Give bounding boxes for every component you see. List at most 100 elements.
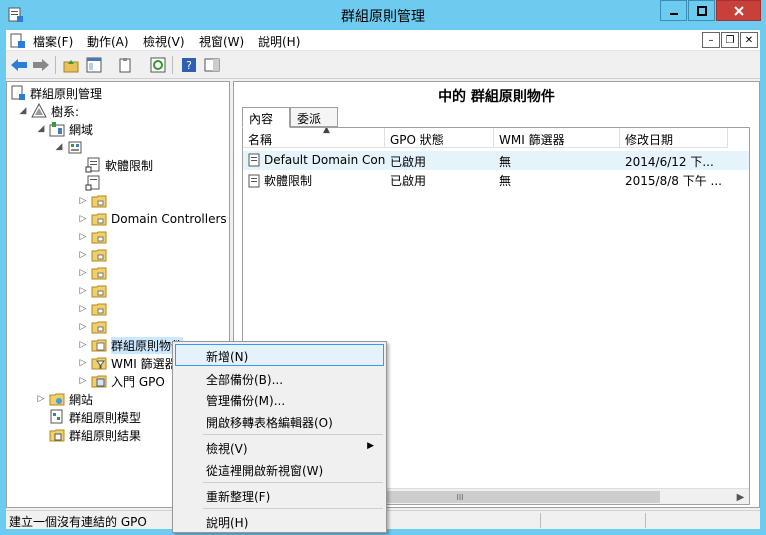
scroll-right-icon[interactable]: ▶ [732, 489, 749, 504]
properties-button[interactable] [115, 56, 135, 74]
expand-arrow-icon[interactable]: ▷ [36, 394, 46, 404]
menu-window[interactable]: 視窗(W) [199, 33, 244, 50]
tab-delegation[interactable]: 委派 [290, 107, 338, 127]
collapse-arrow-icon[interactable]: ◢ [54, 142, 64, 152]
menu-help[interactable]: 說明(H) [258, 33, 300, 50]
tree-node-gpo-link[interactable]: 軟體限制 [85, 156, 153, 174]
collapse-arrow-icon[interactable]: ◢ [36, 124, 46, 134]
refresh-button[interactable] [148, 56, 168, 74]
sort-ascending-icon: ▲ [323, 128, 330, 135]
toolbar-separator [172, 56, 173, 74]
cell-wmi: 無 [499, 155, 512, 169]
toolbar: ? [6, 52, 760, 79]
tree-node-ou[interactable]: ▷ [78, 318, 111, 336]
minimize-button[interactable] [660, 0, 687, 21]
tree-node-gp-modeling[interactable]: 群組原則模型 [49, 408, 141, 426]
maximize-button[interactable] [688, 0, 715, 21]
forward-button[interactable] [31, 56, 51, 74]
menu-view[interactable]: 檢視(V) [143, 33, 185, 50]
expand-arrow-icon[interactable]: ▷ [78, 340, 88, 350]
status-text: 建立一個沒有連結的 GPO [9, 515, 147, 529]
tree-node-gp-results[interactable]: 群組原則結果 [49, 426, 141, 444]
domain-icon [68, 141, 82, 154]
collapse-arrow-icon[interactable]: ◢ [18, 106, 28, 116]
ou-folder-icon [91, 303, 107, 316]
gpo-icon [248, 153, 260, 167]
tree-node-group-policy-objects[interactable]: ▷ 群組原則物件 [78, 336, 184, 354]
menu-bar: 檔案(F) 動作(A) 檢視(V) 視窗(W) 說明(H) – ❐ ✕ [6, 30, 760, 51]
column-header-name[interactable]: ▲ 名稱 [243, 128, 385, 148]
minimize-icon: – [708, 34, 714, 46]
context-menu-new-window[interactable]: 從這裡開啟新視窗(W) [175, 458, 384, 480]
tree-node-ou[interactable]: ▷ [78, 246, 111, 264]
tree-node-gpo-link[interactable] [85, 174, 105, 192]
ou-folder-icon [91, 213, 107, 226]
expand-arrow-icon[interactable]: ▷ [78, 304, 88, 314]
tree-node-domain[interactable]: ◢ [54, 138, 87, 156]
back-button[interactable] [9, 56, 29, 74]
menu-action[interactable]: 動作(A) [87, 33, 129, 50]
tree-node-starter-gpos[interactable]: ▷ 入門 GPO [78, 372, 165, 390]
tree-node-ou[interactable]: ▷ [78, 300, 111, 318]
context-menu-backup-all[interactable]: 全部備份(B)... [175, 367, 384, 389]
tree-node-ou[interactable]: ▷ [78, 192, 111, 210]
tree-label: 入門 GPO [111, 374, 165, 389]
menu-separator [203, 434, 383, 435]
cell-status: 已啟用 [390, 155, 427, 169]
column-header-gpo-status[interactable]: GPO 狀態 [385, 128, 494, 148]
tree-label: 群組原則模型 [69, 410, 142, 425]
tree-node-ou[interactable]: ▷ [78, 282, 111, 300]
context-menu-refresh[interactable]: 重新整理(F) [175, 484, 384, 506]
child-minimize-button[interactable]: – [702, 32, 720, 48]
cell-status: 已啟用 [390, 174, 427, 188]
sites-icon [49, 393, 65, 406]
tree-node-ou[interactable]: ▷ [78, 228, 111, 246]
context-menu-help[interactable]: 說明(H) [175, 510, 384, 532]
cell-name-text: Default Domain Con... [264, 153, 385, 167]
column-header-wmi-filter[interactable]: WMI 篩選器 [494, 128, 620, 148]
tree-node-root[interactable]: 群組原則管理 [10, 84, 102, 102]
tab-contents[interactable]: 內容 [242, 107, 290, 128]
document-menu-icon[interactable] [10, 33, 26, 49]
expand-arrow-icon[interactable]: ▷ [78, 268, 88, 278]
expand-arrow-icon[interactable]: ▷ [78, 322, 88, 332]
cell-name: 軟體限制 [247, 172, 385, 189]
show-hide-tree-button[interactable] [84, 56, 104, 74]
tree-label: Domain Controllers [111, 212, 227, 226]
tree-label: 網域 [69, 122, 94, 137]
expand-arrow-icon[interactable]: ▷ [78, 214, 88, 224]
up-folder-button[interactable] [61, 56, 81, 74]
tree-node-ou-domain-controllers[interactable]: ▷ Domain Controllers [78, 210, 227, 228]
tree-node-forest[interactable]: ◢ 樹系: [18, 102, 79, 120]
tree-node-wmi-filters[interactable]: ▷ WMI 篩選器 [78, 354, 177, 372]
expand-arrow-icon[interactable]: ▷ [78, 286, 88, 296]
tree-node-ou[interactable]: ▷ [78, 264, 111, 282]
tree-label: 群組原則結果 [69, 428, 142, 443]
gpmc-icon [11, 85, 25, 100]
expand-arrow-icon[interactable]: ▷ [78, 376, 88, 386]
help-button[interactable]: ? [179, 56, 199, 74]
expand-arrow-icon[interactable]: ▷ [78, 196, 88, 206]
expand-arrow-icon[interactable]: ▷ [78, 358, 88, 368]
tree-node-domains[interactable]: ◢ 網域 [36, 120, 93, 138]
status-divider [540, 513, 541, 528]
expand-arrow-icon[interactable]: ▷ [78, 232, 88, 242]
folder-up-icon [63, 60, 79, 73]
context-menu-migration-table-editor[interactable]: 開啟移轉表格編輯器(O) [175, 410, 384, 432]
table-row[interactable]: 軟體限制 已啟用 無 2015/8/8 下午 ... [243, 170, 749, 189]
context-menu-view[interactable]: 檢視(V) ▶ [175, 436, 384, 458]
table-row[interactable]: Default Domain Con... 已啟用 無 2014/6/12 下.… [243, 151, 749, 170]
maximize-icon [696, 5, 707, 16]
expand-arrow-icon[interactable]: ▷ [78, 250, 88, 260]
child-close-button[interactable]: ✕ [740, 32, 758, 48]
child-restore-button[interactable]: ❐ [721, 32, 739, 48]
column-header-modified[interactable]: 修改日期 [620, 128, 728, 148]
forest-icon [31, 103, 47, 118]
menu-file[interactable]: 檔案(F) [33, 33, 73, 50]
tree-label: 網站 [69, 392, 94, 407]
action-pane-button[interactable] [202, 56, 222, 74]
close-button[interactable] [716, 0, 761, 21]
context-menu-manage-backups[interactable]: 管理備份(M)... [175, 388, 384, 410]
context-menu-new[interactable]: 新增(N) [175, 344, 384, 366]
tree-node-sites[interactable]: ▷ 網站 [36, 390, 93, 408]
